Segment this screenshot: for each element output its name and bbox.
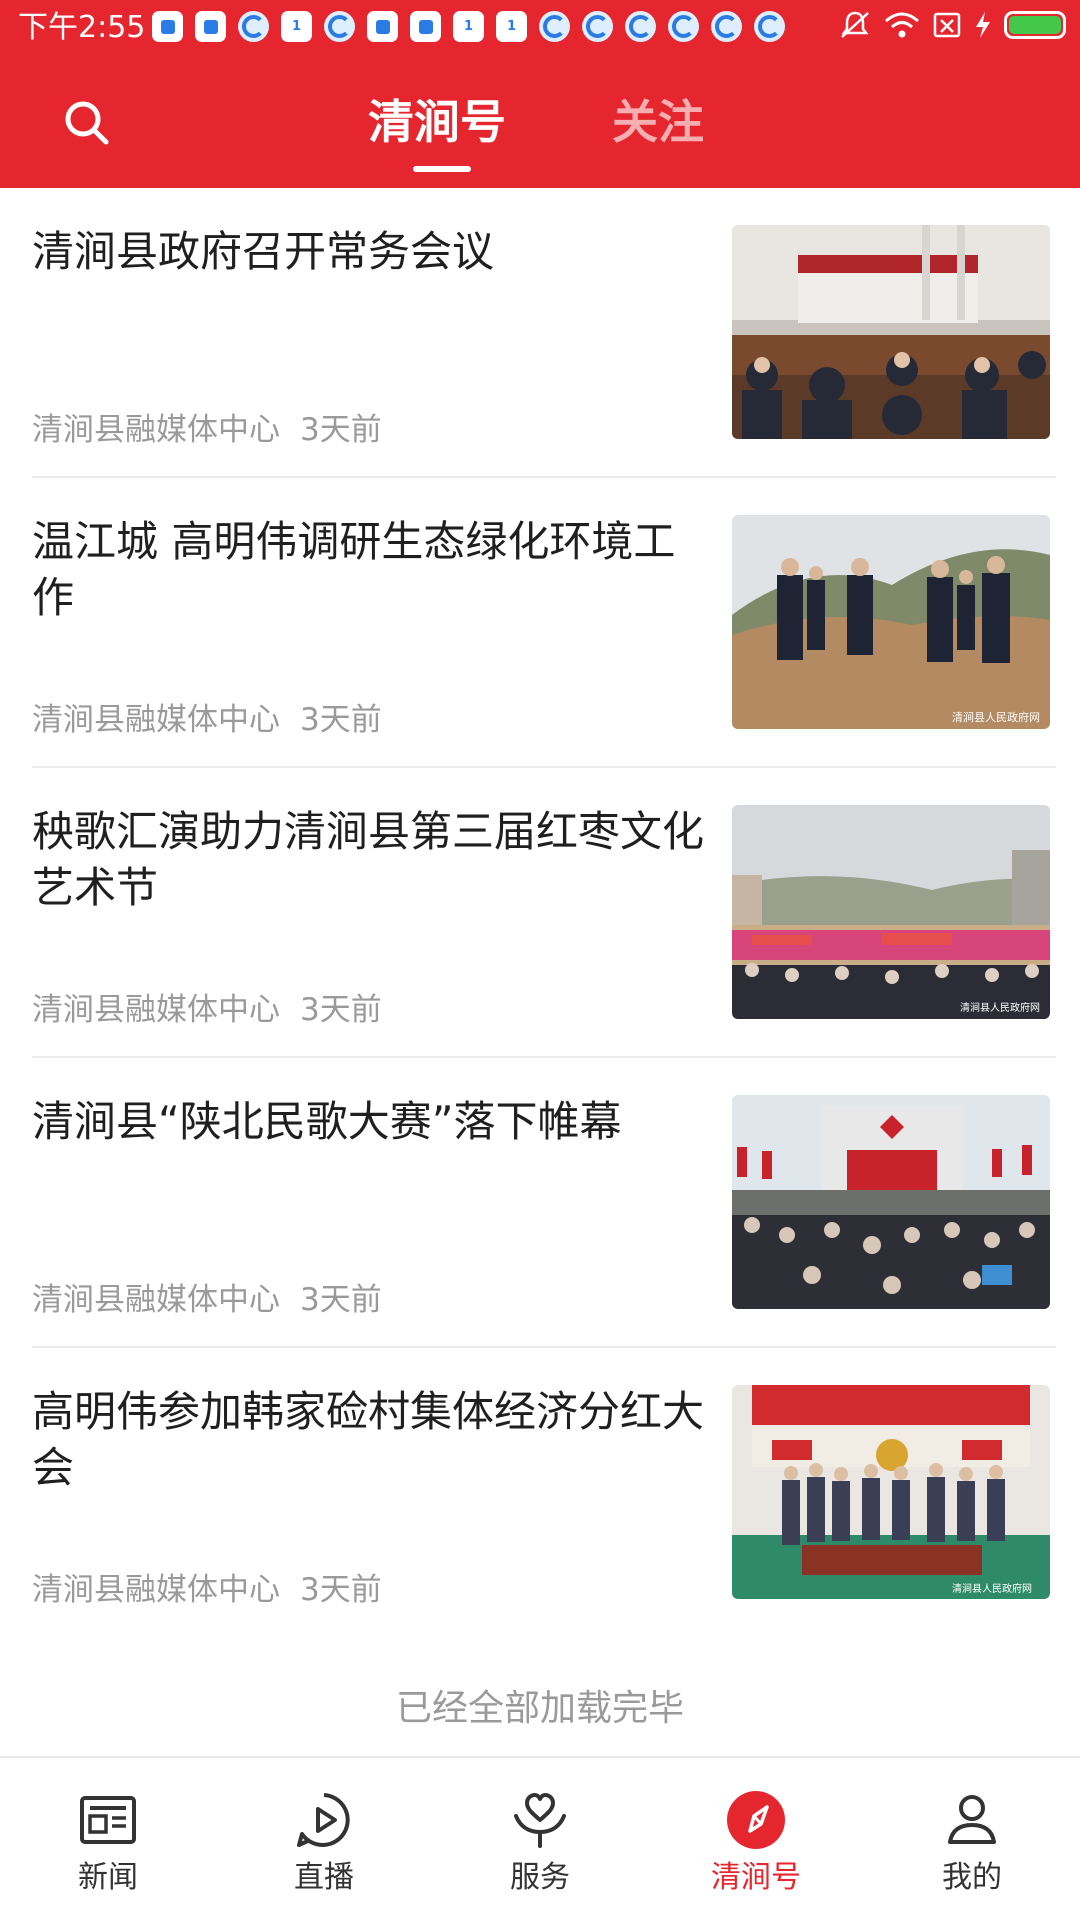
nav-item-news[interactable]: 新闻	[0, 1758, 216, 1922]
nav-item-qingjianhao[interactable]: 清涧号	[648, 1758, 864, 1922]
nav-item-mine[interactable]: 我的	[864, 1758, 1080, 1922]
tab-qingjianhao[interactable]: 清涧号	[368, 90, 506, 154]
article-time: 3天前	[300, 1572, 382, 1608]
all-loaded-message: 已经全部加载完毕	[395, 1688, 684, 1729]
nav-label: 服务	[510, 1860, 570, 1895]
active-tab-indicator	[413, 166, 471, 172]
browser-icon	[625, 11, 656, 42]
im-app-icon: 1	[281, 11, 312, 42]
article-title: 秧歌汇演助力清涧县第三届红枣文化艺术节	[32, 807, 705, 912]
article-source: 清涧县融媒体中心	[32, 412, 280, 448]
article-source: 清涧县融媒体中心	[32, 702, 280, 738]
nav-item-live[interactable]: 直播	[216, 1758, 432, 1922]
app-header: 下午2:55 1 1 1 清涧号 关注	[0, 0, 1080, 188]
compass-icon	[727, 1791, 785, 1849]
nav-label: 清涧号	[711, 1860, 801, 1895]
newspaper-icon	[80, 1796, 136, 1844]
status-bar: 下午2:55 1 1 1	[0, 0, 1080, 56]
im-app-icon: 1	[453, 11, 484, 42]
charging-icon	[976, 12, 990, 38]
article-source: 清涧县融媒体中心	[32, 992, 280, 1028]
nav-label: 我的	[942, 1860, 1002, 1895]
nav-label: 直播	[294, 1860, 354, 1895]
article-thumbnail: 清涧县人民政府网	[732, 515, 1050, 729]
person-icon	[948, 1795, 996, 1844]
article-thumbnail	[732, 225, 1050, 439]
search-icon	[65, 101, 109, 145]
article-title: 高明伟参加韩家硷村集体经济分红大会	[32, 1387, 705, 1492]
note-app-icon	[367, 11, 398, 42]
browser-icon	[539, 11, 570, 42]
browser-icon	[668, 11, 699, 42]
article-time: 3天前	[300, 412, 382, 448]
article-item[interactable]: 清涧县政府召开常务会议 清涧县融媒体中心 3天前	[0, 188, 1080, 478]
article-item[interactable]: 温江城 高明伟调研生态绿化环境工作 清涧县融媒体中心 3天前 清涧县人民政府网	[0, 478, 1080, 768]
browser-icon	[582, 11, 613, 42]
photo-watermark: 清涧县人民政府网	[952, 710, 1040, 724]
wifi-icon	[885, 12, 919, 38]
article-meta: 清涧县融媒体中心 3天前	[32, 410, 382, 450]
tab-follow[interactable]: 关注	[612, 90, 704, 154]
browser-icon	[324, 11, 355, 42]
article-time: 3天前	[300, 992, 382, 1028]
status-time: 下午2:55	[18, 10, 146, 45]
mute-icon	[841, 11, 869, 38]
article-title: 清涧县政府召开常务会议	[32, 227, 495, 276]
photo-watermark: 清涧县人民政府网	[952, 1582, 1032, 1595]
battery-fill	[1009, 16, 1061, 34]
article-thumbnail	[732, 1095, 1050, 1309]
article-item[interactable]: 秧歌汇演助力清涧县第三届红枣文化艺术节 清涧县融媒体中心 3天前 清涧县人民政府…	[0, 768, 1080, 1058]
note-app-icon	[410, 11, 441, 42]
article-source: 清涧县融媒体中心	[32, 1572, 280, 1608]
article-title: 温江城 高明伟调研生态绿化环境工作	[32, 517, 676, 622]
notification-icons: 1 1 1	[152, 11, 785, 42]
article-thumbnail: 清涧县人民政府网	[732, 1385, 1050, 1599]
photo-watermark: 清涧县人民政府网	[960, 1001, 1040, 1014]
article-title: 清涧县“陕北民歌大赛”落下帷幕	[32, 1097, 622, 1146]
browser-icon	[711, 11, 742, 42]
article-time: 3天前	[300, 1282, 382, 1318]
note-app-icon	[152, 11, 183, 42]
search-button[interactable]	[60, 96, 114, 150]
im-app-icon: 1	[496, 11, 527, 42]
battery-icon	[1004, 11, 1066, 39]
bottom-nav: 新闻 直播 服务 清涧号 我的	[0, 1756, 1080, 1920]
nav-item-service[interactable]: 服务	[432, 1758, 648, 1922]
article-meta: 清涧县融媒体中心 3天前	[32, 700, 382, 740]
article-item[interactable]: 高明伟参加韩家硷村集体经济分红大会 清涧县融媒体中心 3天前 清涧县人民政府网	[0, 1348, 1080, 1638]
note-app-icon	[195, 11, 226, 42]
article-meta: 清涧县融媒体中心 3天前	[32, 1280, 382, 1320]
article-item[interactable]: 清涧县“陕北民歌大赛”落下帷幕 清涧县融媒体中心 3天前	[0, 1058, 1080, 1348]
play-circle-icon	[297, 1793, 350, 1847]
article-time: 3天前	[300, 702, 382, 738]
article-meta: 清涧县融媒体中心 3天前	[32, 990, 382, 1030]
no-sim-icon	[933, 12, 961, 38]
heart-hand-icon	[514, 1793, 566, 1848]
system-status	[838, 10, 1066, 40]
article-meta: 清涧县融媒体中心 3天前	[32, 1570, 382, 1610]
nav-label: 新闻	[78, 1860, 138, 1895]
article-source: 清涧县融媒体中心	[32, 1282, 280, 1318]
browser-icon	[754, 11, 785, 42]
browser-icon	[238, 11, 269, 42]
article-thumbnail: 清涧县人民政府网	[732, 805, 1050, 1019]
